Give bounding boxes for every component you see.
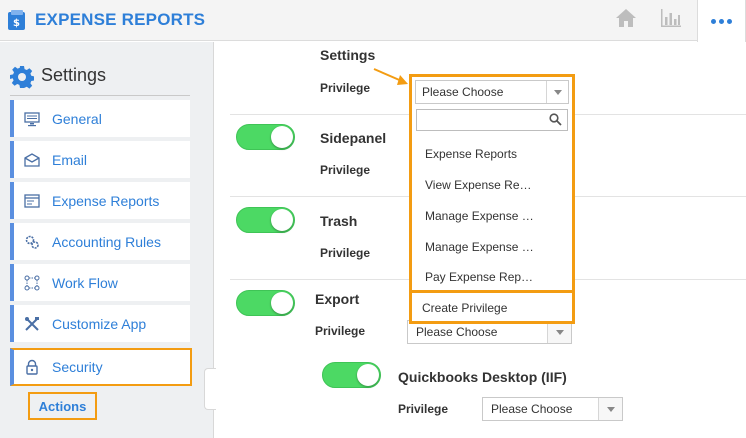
- privilege-label: Privilege: [315, 324, 366, 338]
- dropdown-option[interactable]: View Expense Re…: [425, 178, 532, 192]
- more-icon: [711, 18, 732, 24]
- bar-chart-icon: [660, 8, 682, 33]
- envelope-icon: [24, 152, 40, 168]
- sidebar-item-accounting-rules[interactable]: Accounting Rules: [10, 223, 190, 260]
- search-icon: [549, 113, 562, 131]
- privilege-label: Privilege: [320, 246, 371, 260]
- sidebar-item-label: General: [52, 110, 102, 127]
- privilege-label: Privilege: [320, 81, 371, 95]
- lock-icon: [24, 359, 40, 375]
- trash-toggle[interactable]: [236, 207, 295, 233]
- select-value: Please Choose: [491, 402, 573, 416]
- sidebar-item-email[interactable]: Email: [10, 141, 190, 178]
- sidebar-item-label: Security: [52, 359, 103, 375]
- sidepanel-toggle[interactable]: [236, 124, 295, 150]
- sidebar-item-expense-reports[interactable]: Expense Reports: [10, 182, 190, 219]
- sidebar-item-general[interactable]: General: [10, 100, 190, 137]
- sidebar-subitem-label: Actions: [38, 398, 87, 414]
- privilege-dropdown: Please Choose Expense Reports View Expen…: [409, 74, 575, 324]
- reports-button[interactable]: [649, 0, 693, 41]
- sidebar-item-label: Accounting Rules: [52, 233, 161, 250]
- wallet-logo-icon: $: [7, 9, 27, 31]
- sidebar-item-label: Email: [52, 151, 88, 168]
- privilege-label: Privilege: [320, 163, 371, 177]
- workflow-icon: [24, 275, 40, 291]
- svg-text:$: $: [13, 18, 20, 29]
- home-icon: [615, 8, 637, 33]
- window-icon: [24, 193, 40, 209]
- app-title: EXPENSE REPORTS: [35, 10, 206, 29]
- sidebar-collapse-handle[interactable]: [204, 368, 216, 410]
- sidebar-item-label: Customize App: [52, 315, 147, 332]
- sidebar-subitem-actions[interactable]: Actions: [28, 392, 97, 420]
- sidebar-item-label: Expense Reports: [52, 192, 160, 209]
- chevron-down-icon: [598, 398, 622, 420]
- dropdown-option[interactable]: Manage Expense …: [425, 240, 534, 254]
- privilege-label: Privilege: [398, 402, 449, 416]
- sidebar-title: Settings: [41, 65, 107, 85]
- select-value: Please Choose: [416, 325, 498, 339]
- section-title-export: Export: [315, 291, 360, 307]
- quickbooks-privilege-select[interactable]: Please Choose: [482, 397, 623, 421]
- export-toggle[interactable]: [236, 290, 295, 316]
- chevron-down-icon: [547, 321, 571, 343]
- app-header: $ EXPENSE REPORTS: [0, 0, 746, 42]
- create-privilege-option[interactable]: Create Privilege: [422, 301, 507, 315]
- sidebar-item-customize-app[interactable]: Customize App: [10, 305, 190, 342]
- tools-icon: [24, 316, 40, 332]
- home-button[interactable]: [604, 0, 648, 41]
- dropdown-option[interactable]: Expense Reports: [425, 147, 517, 161]
- pointer-arrow-icon: [372, 66, 412, 93]
- settings-privilege-select[interactable]: Please Choose: [415, 80, 569, 104]
- section-title-sidepanel: Sidepanel: [320, 130, 387, 146]
- sidebar-item-label: Work Flow: [52, 274, 118, 291]
- dropdown-search-input[interactable]: [416, 109, 568, 131]
- section-title-settings: Settings: [320, 47, 376, 63]
- monitor-icon: [24, 111, 40, 127]
- section-title-trash: Trash: [320, 213, 358, 229]
- gear-icon: [10, 65, 35, 94]
- chevron-down-icon: [546, 81, 568, 103]
- dropdown-option[interactable]: Manage Expense …: [425, 209, 534, 223]
- sidebar-item-work-flow[interactable]: Work Flow: [10, 264, 190, 301]
- sidebar-item-security[interactable]: Security: [10, 348, 192, 386]
- section-title-quickbooks: Quickbooks Desktop (IIF): [398, 369, 567, 385]
- select-value: Please Choose: [422, 85, 504, 99]
- dropdown-separator: [412, 290, 572, 293]
- dropdown-option[interactable]: Pay Expense Rep…: [425, 270, 533, 284]
- sidebar-header: Settings: [10, 64, 190, 96]
- quickbooks-toggle[interactable]: [322, 362, 381, 388]
- gears-icon: [24, 234, 40, 250]
- sidebar: Settings General Email Expense Reports A…: [0, 42, 216, 438]
- more-button[interactable]: [697, 0, 746, 42]
